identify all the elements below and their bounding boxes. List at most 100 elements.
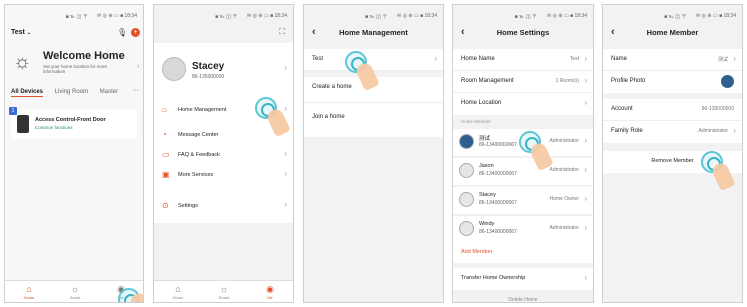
chevron-right-icon: › bbox=[733, 126, 736, 135]
user-name: Stacey bbox=[192, 61, 225, 72]
member-name: 测试 bbox=[479, 136, 491, 142]
tab-home-label: Home bbox=[172, 295, 184, 300]
status-icons: ■ ℡ ◫ 〒 bbox=[215, 14, 238, 20]
user-icon: ◉ bbox=[266, 284, 274, 294]
avatar bbox=[459, 221, 474, 236]
add-member-label: Add Member bbox=[461, 249, 493, 255]
member-role: Administrator bbox=[549, 167, 579, 173]
status-right: ✉ ◎ ⊕ ▭ ■ 18:34 bbox=[696, 13, 736, 19]
sun-icon: ☼ bbox=[13, 51, 32, 73]
transfer-row[interactable]: Transfer Home Ownership › bbox=[453, 268, 593, 290]
room-management-row[interactable]: Room Management 1 Room(s) › bbox=[453, 71, 593, 93]
profile-card[interactable]: Stacey 86-135000000 › bbox=[154, 43, 293, 99]
chevron-right-icon: › bbox=[584, 223, 587, 232]
add-member-row[interactable]: Add Member bbox=[453, 243, 593, 263]
chevron-right-icon: › bbox=[137, 63, 140, 70]
avatar bbox=[162, 57, 186, 81]
screen-home-settings: ■ ℡ ◫ 〒 ✉ ◎ ⊕ ▭ ■ 18:34 ‹ Home Settings … bbox=[452, 4, 594, 303]
chevron-right-icon: › bbox=[284, 169, 287, 178]
transfer-label: Transfer Home Ownership bbox=[461, 275, 526, 281]
member-role: Home Owner bbox=[549, 196, 579, 202]
menu-label: FAQ & Feedback bbox=[178, 152, 220, 158]
status-icons: ■ ℡ ◫ 〒 bbox=[664, 14, 687, 20]
row-value: 86-135000000 bbox=[701, 106, 734, 112]
tab-smart[interactable]: ☼ Smart bbox=[55, 284, 95, 300]
join-home-label: Join a home bbox=[312, 114, 345, 120]
feedback-icon: ▭ bbox=[162, 150, 170, 159]
navbar: ‹ Home Settings bbox=[453, 23, 593, 43]
tab-master[interactable]: Master bbox=[100, 89, 118, 95]
chevron-right-icon: › bbox=[284, 63, 287, 72]
member-name: Stacey bbox=[479, 192, 496, 198]
status-icons: ■ ℡ ◫ 〒 bbox=[65, 14, 88, 20]
status-right: ✉ ◎ ⊕ ▭ ■ 18:34 bbox=[397, 13, 437, 19]
row-value: Test bbox=[569, 56, 579, 62]
home-name-row[interactable]: Home Name Test › bbox=[453, 49, 593, 71]
home-icon: ⌂ bbox=[175, 284, 181, 294]
gear-icon: ⊙ bbox=[162, 201, 169, 210]
device-badge: 1 bbox=[9, 107, 17, 115]
home-selector[interactable]: Test ⌄ bbox=[11, 29, 31, 36]
create-home-label: Create a home bbox=[312, 84, 352, 90]
tab-me-label: Me bbox=[267, 295, 273, 300]
page-title: Home Settings bbox=[496, 28, 550, 37]
row-label: Name bbox=[611, 56, 628, 62]
menu-settings[interactable]: ⊙ Settings › bbox=[154, 195, 293, 218]
chevron-right-icon: › bbox=[733, 54, 736, 63]
home-icon: ⌂ bbox=[26, 284, 32, 294]
row-value: Administrator bbox=[698, 128, 728, 134]
home-icon: ⌂ bbox=[162, 105, 167, 114]
chevron-right-icon: › bbox=[584, 273, 587, 282]
smart-icon: ☼ bbox=[219, 284, 229, 294]
row-label: Room Management bbox=[461, 78, 514, 84]
screen-home: ■ ℡ ◫ 〒 ✉ ◎ ⊕ ▭ ■ 18:34 Test ⌄ 🎙 + ☼ Wel… bbox=[4, 4, 144, 303]
status-right: ✉ ◎ ⊕ ▭ ■ 18:34 bbox=[547, 13, 587, 19]
chevron-right-icon: › bbox=[584, 98, 587, 107]
row-label: Family Role bbox=[611, 128, 643, 134]
menu-label: Message Center bbox=[178, 132, 219, 138]
tab-home[interactable]: ⌂ Home bbox=[158, 284, 198, 300]
welcome-subtitle[interactable]: Set your home location for more informat… bbox=[43, 64, 128, 74]
status-icons: ■ ℡ ◫ 〒 bbox=[365, 14, 388, 20]
section-label: Home Member bbox=[461, 119, 491, 124]
tab-home-label: Home bbox=[23, 295, 35, 300]
tab-smart-label: Smart bbox=[69, 295, 81, 300]
tab-smart[interactable]: ☼ Smart bbox=[204, 284, 244, 300]
home-location-row[interactable]: Home Location › bbox=[453, 93, 593, 115]
tab-living-room[interactable]: Living Room bbox=[55, 89, 88, 95]
member-row[interactable]: Jason 86-13400000067 Administrator › bbox=[453, 158, 593, 185]
menu-more-services[interactable]: ▣ More Services › bbox=[154, 164, 293, 187]
delete-home-button[interactable]: Delete Home bbox=[453, 297, 593, 302]
device-name: Access Control-Front Door bbox=[35, 117, 106, 123]
profile-photo-row[interactable]: Profile Photo bbox=[603, 71, 742, 93]
family-role-row[interactable]: Family Role Administrator › bbox=[603, 121, 742, 143]
bottom-tab-bar: ⌂ Home ☼ Smart ◉ Me bbox=[154, 280, 293, 302]
account-card: Account 86-135000000 Family Role Adminis… bbox=[603, 99, 742, 143]
member-row[interactable]: Windy 86-13400000067 Administrator › bbox=[453, 216, 593, 243]
member-row[interactable]: Stacey 86-13400000067 Home Owner › bbox=[453, 187, 593, 214]
member-phone: 86-13400000067 bbox=[479, 200, 517, 206]
welcome-title: Welcome Home bbox=[43, 50, 125, 62]
join-home-row[interactable]: Join a home bbox=[304, 107, 443, 133]
device-card[interactable]: 1 Access Control-Front Door Common funct… bbox=[9, 107, 137, 139]
scan-icon[interactable]: ⛶ bbox=[279, 27, 285, 37]
tab-all-devices[interactable]: All Devices bbox=[11, 89, 44, 97]
more-icon[interactable]: ··· bbox=[132, 87, 139, 94]
status-icons: ■ ℡ ◫ 〒 bbox=[514, 14, 537, 20]
menu-label: Home Management bbox=[178, 107, 227, 113]
page-title: Home Management bbox=[339, 28, 408, 37]
tab-me[interactable]: ◉ Me bbox=[250, 284, 290, 300]
member-phone: 86-13400000067 bbox=[479, 171, 517, 177]
add-icon[interactable]: + bbox=[131, 28, 140, 37]
chevron-right-icon: › bbox=[584, 136, 587, 145]
mic-icon[interactable]: 🎙 bbox=[117, 28, 127, 37]
chevron-right-icon: › bbox=[284, 200, 287, 209]
name-row[interactable]: Name 测试 › bbox=[603, 49, 742, 71]
tab-home[interactable]: ⌂ Home bbox=[9, 284, 49, 300]
home-selector-label: Test bbox=[11, 29, 25, 36]
avatar bbox=[459, 192, 474, 207]
status-right: ✉ ◎ ⊕ ▭ ■ 18:34 bbox=[247, 13, 287, 19]
chevron-right-icon: › bbox=[434, 54, 437, 63]
lock-icon bbox=[17, 115, 29, 133]
home-item[interactable]: Test › bbox=[304, 49, 443, 71]
